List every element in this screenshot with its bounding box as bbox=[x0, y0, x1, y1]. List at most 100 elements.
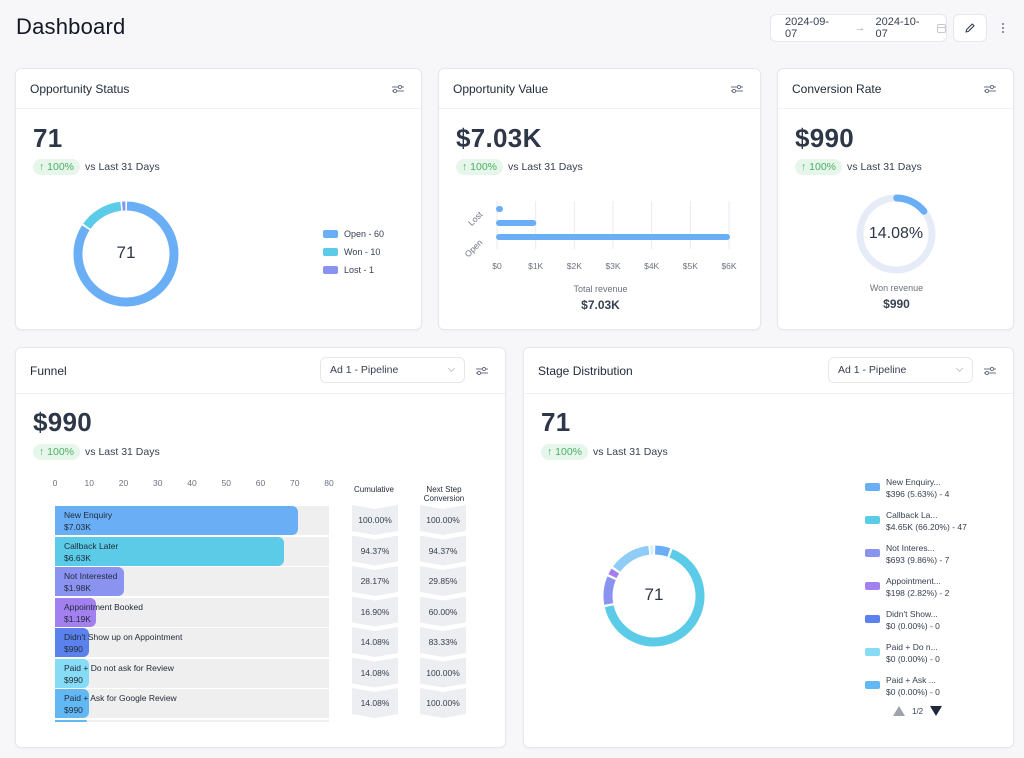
edit-dashboard-button[interactable] bbox=[953, 14, 987, 42]
page-down-icon[interactable] bbox=[930, 706, 943, 716]
trend-text: vs Last 31 Days bbox=[85, 161, 160, 173]
kebab-menu-icon[interactable] bbox=[996, 18, 1010, 38]
legend-label: New Enquiry... bbox=[886, 477, 941, 487]
donut-slice-other[interactable] bbox=[612, 545, 650, 572]
x-tick-label: $3K bbox=[605, 261, 620, 271]
chevron-down-icon bbox=[447, 364, 456, 373]
won-revenue-label: Won revenue bbox=[869, 283, 924, 293]
legend-detail: $0 (0.00%) - 0 bbox=[886, 621, 940, 631]
donut-center-label: 71 bbox=[644, 585, 664, 604]
legend-label: Open - 60 bbox=[344, 229, 385, 239]
legend-swatch bbox=[865, 549, 880, 557]
x-tick-label: 70 bbox=[290, 478, 300, 488]
legend-swatch bbox=[323, 230, 338, 238]
stage-amount: $6.63K bbox=[64, 552, 91, 563]
kpi-value: $990 bbox=[33, 407, 93, 437]
card-title: Opportunity Status bbox=[30, 81, 130, 96]
x-tick-label: 40 bbox=[187, 478, 197, 488]
pipeline-select[interactable]: Ad 1 - Pipeline bbox=[320, 357, 465, 383]
donut-center-label: 71 bbox=[116, 243, 136, 262]
legend-item[interactable]: Didn't Show... $0 (0.00%) - 0 bbox=[865, 608, 967, 632]
filter-settings-icon[interactable] bbox=[983, 364, 997, 378]
pipeline-select[interactable]: Ad 1 - Pipeline bbox=[828, 357, 973, 383]
legend-item[interactable]: New Enquiry... $396 (5.63%) - 4 bbox=[865, 476, 967, 500]
next-step-cell: 100.00% bbox=[420, 658, 466, 688]
filter-settings-icon[interactable] bbox=[983, 82, 997, 96]
x-tick-label: 10 bbox=[84, 478, 94, 488]
cumulative-cell: 100.00% bbox=[352, 505, 398, 535]
trend-text: vs Last 31 Days bbox=[85, 446, 160, 458]
card-title: Funnel bbox=[30, 363, 67, 378]
trend-indicator: ↑ 100% vs Last 31 Days bbox=[33, 159, 160, 175]
filter-settings-icon[interactable] bbox=[391, 82, 405, 96]
legend-text: Not Interes... $693 (9.86%) - 7 bbox=[886, 542, 949, 566]
y-category-label: Open bbox=[463, 237, 485, 259]
pipeline-select-value: Ad 1 - Pipeline bbox=[838, 364, 907, 376]
kpi-value: 71 bbox=[33, 123, 63, 153]
legend-text: Appointment... $198 (2.82%) - 2 bbox=[886, 575, 949, 599]
trend-indicator: ↑ 100% vs Last 31 Days bbox=[33, 444, 160, 460]
stage-amount: $7.03K bbox=[64, 522, 91, 532]
filter-settings-icon[interactable] bbox=[730, 82, 744, 96]
legend-swatch bbox=[865, 648, 880, 656]
date-start[interactable]: 2024-09-07 bbox=[785, 16, 841, 40]
next-step-cell: 94.37% bbox=[420, 536, 466, 566]
funnel-row[interactable]: Paid + Ask for Google Review $990 bbox=[55, 689, 329, 718]
next-step-cell: 83.33% bbox=[420, 627, 466, 657]
filter-settings-icon[interactable] bbox=[475, 364, 489, 378]
legend-label: Paid + Ask ... bbox=[886, 675, 936, 685]
page-up-icon[interactable] bbox=[893, 706, 905, 716]
legend-detail: $4.65K (66.20%) - 47 bbox=[886, 522, 967, 532]
funnel-bar-label: Paid + Do not ask for Review $990 bbox=[64, 662, 174, 686]
funnel-row[interactable]: Not Interested $1.98K bbox=[55, 567, 329, 596]
x-tick-label: 80 bbox=[324, 478, 334, 488]
cumulative-cell: 14.08% bbox=[352, 658, 398, 688]
funnel-row[interactable]: Callback Later $6.63K bbox=[55, 536, 329, 566]
stage-amount: $990 bbox=[64, 705, 83, 715]
donut-slice-new-enquiry[interactable] bbox=[654, 545, 671, 557]
opportunity-status-card: Opportunity Status 71 ↑ 100% vs Last 31 … bbox=[15, 68, 422, 330]
kpi-value: 71 bbox=[541, 407, 571, 437]
legend-item[interactable]: Paid + Ask ... $0 (0.00%) - 0 bbox=[865, 674, 967, 698]
cumulative-header: Cumulative bbox=[353, 485, 394, 494]
next-step-cell: 60.00% bbox=[420, 597, 466, 627]
date-range-picker[interactable]: 2024-09-07 → 2024-10-07 bbox=[770, 14, 947, 42]
calendar-icon[interactable] bbox=[937, 23, 946, 33]
stage-amount: $1.98K bbox=[64, 583, 91, 593]
page-indicator: 1/2 bbox=[912, 706, 924, 716]
legend-item[interactable]: Callback La... $4.65K (66.20%) - 47 bbox=[865, 509, 967, 533]
trend-badge: ↑ 100% bbox=[795, 159, 843, 175]
legend-item[interactable]: Appointment... $198 (2.82%) - 2 bbox=[865, 575, 967, 599]
trend-text: vs Last 31 Days bbox=[593, 446, 668, 458]
legend-item[interactable]: Paid + Do n... $0 (0.00%) - 0 bbox=[865, 641, 967, 665]
donut-slice-appointment[interactable] bbox=[608, 568, 620, 579]
donut-slice-won[interactable] bbox=[83, 201, 122, 229]
legend-item-open[interactable]: Open - 60 bbox=[323, 229, 384, 239]
cumulative-cell: 14.08% bbox=[352, 627, 398, 657]
funnel-bar bbox=[55, 719, 87, 722]
funnel-row[interactable]: Appointment Booked $1.19K bbox=[55, 597, 329, 627]
funnel-bar-label: New Enquiry $7.03K bbox=[64, 509, 112, 533]
trend-text: vs Last 31 Days bbox=[508, 161, 583, 173]
funnel-row-partial bbox=[55, 719, 329, 722]
funnel-row[interactable]: Paid + Do not ask for Review $990 bbox=[55, 658, 329, 688]
legend-item-lost[interactable]: Lost - 1 bbox=[323, 265, 384, 275]
legend-pager: 1/2 bbox=[893, 706, 943, 716]
legend-text: New Enquiry... $396 (5.63%) - 4 bbox=[886, 476, 949, 500]
legend-detail: $396 (5.63%) - 4 bbox=[886, 489, 950, 499]
y-category-label: Lost bbox=[466, 209, 485, 228]
total-revenue-label: Total revenue bbox=[573, 284, 628, 294]
trend-badge: ↑ 100% bbox=[541, 444, 589, 460]
funnel-row[interactable]: Didn't Show up on Appointment $990 bbox=[55, 628, 329, 657]
stage-amount: $990 bbox=[64, 674, 83, 685]
legend-item-won[interactable]: Won - 10 bbox=[323, 247, 384, 257]
date-end[interactable]: 2024-10-07 bbox=[876, 16, 932, 40]
trend-text: vs Last 31 Days bbox=[847, 161, 922, 173]
stage-name: Paid + Ask for Google Review bbox=[64, 693, 177, 703]
legend-item[interactable]: Not Interes... $693 (9.86%) - 7 bbox=[865, 542, 967, 566]
next-step-cell: 100.00% bbox=[420, 688, 466, 718]
funnel-row[interactable]: New Enquiry $7.03K bbox=[55, 506, 329, 535]
x-tick-label: 50 bbox=[221, 478, 231, 488]
card-title: Stage Distribution bbox=[538, 363, 633, 378]
legend-swatch bbox=[865, 582, 880, 590]
